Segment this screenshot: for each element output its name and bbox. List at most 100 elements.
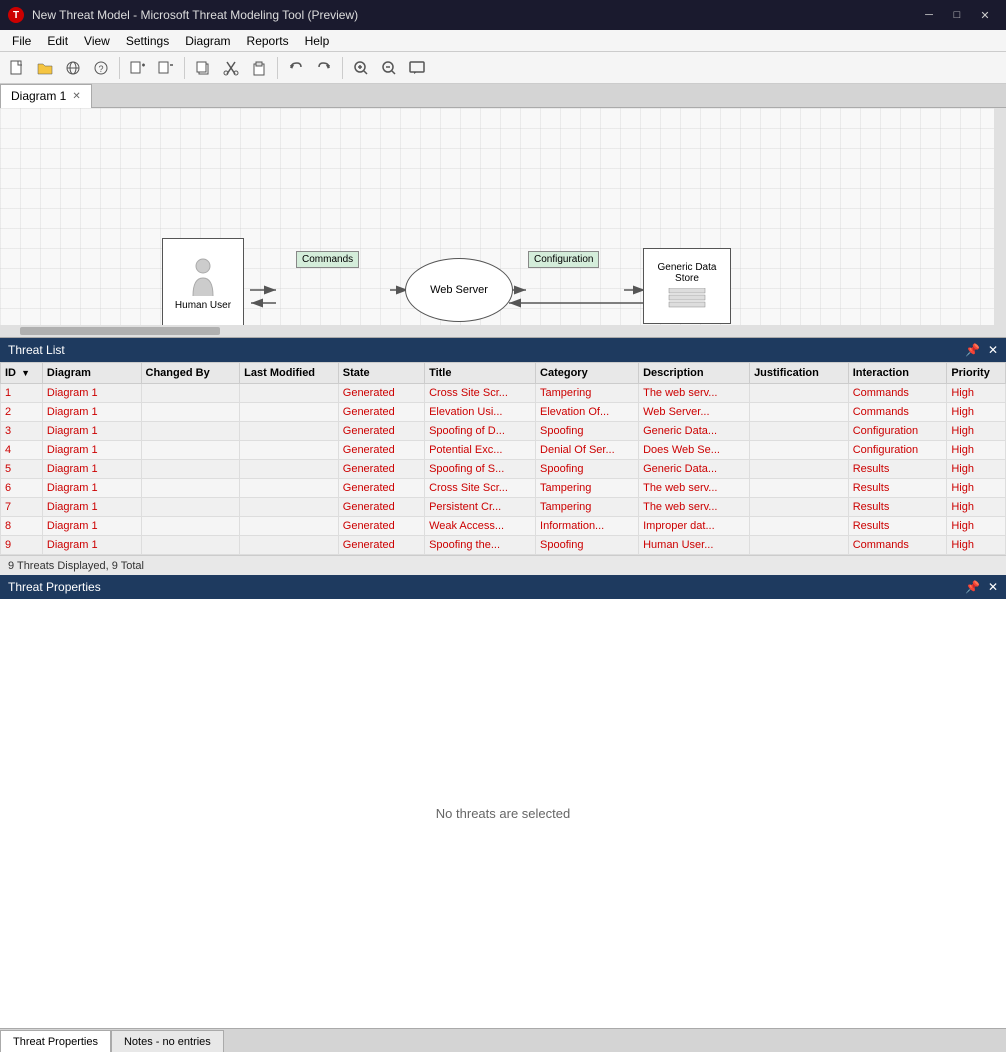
menu-diagram[interactable]: Diagram <box>177 32 238 50</box>
diagram-area[interactable]: Human User Commands Web Server Configura… <box>0 108 1006 338</box>
bottom-tab-threat-properties[interactable]: Threat Properties <box>0 1030 111 1052</box>
table-row[interactable]: 8Diagram 1GeneratedWeak Access...Informa… <box>1 517 1006 536</box>
col-header-changed-by[interactable]: Changed By <box>141 363 240 384</box>
new-diagram-button[interactable] <box>125 55 151 81</box>
paste-button[interactable] <box>246 55 272 81</box>
table-cell <box>240 479 339 498</box>
table-cell: Denial Of Ser... <box>536 441 639 460</box>
table-cell <box>240 422 339 441</box>
generic-data-store-element[interactable]: Generic DataStore <box>643 248 731 324</box>
scrollbar-thumb-h[interactable] <box>20 327 220 335</box>
table-row[interactable]: 5Diagram 1GeneratedSpoofing of S...Spoof… <box>1 460 1006 479</box>
table-cell: Commands <box>848 403 947 422</box>
cut-button[interactable] <box>218 55 244 81</box>
col-header-interaction[interactable]: Interaction <box>848 363 947 384</box>
open-button[interactable] <box>32 55 58 81</box>
table-cell: Potential Exc... <box>425 441 536 460</box>
table-cell: Tampering <box>536 498 639 517</box>
table-row[interactable]: 1Diagram 1GeneratedCross Site Scr...Tamp… <box>1 384 1006 403</box>
col-header-id[interactable]: ID ▼ <box>1 363 43 384</box>
redo-button[interactable] <box>311 55 337 81</box>
menu-view[interactable]: View <box>76 32 118 50</box>
window-title: New Threat Model - Microsoft Threat Mode… <box>32 8 358 22</box>
zoom-out-button[interactable] <box>376 55 402 81</box>
app-icon: T <box>8 7 24 23</box>
table-cell: 8 <box>1 517 43 536</box>
table-row[interactable]: 9Diagram 1GeneratedSpoofing the...Spoofi… <box>1 536 1006 555</box>
table-cell <box>750 403 849 422</box>
col-header-description[interactable]: Description <box>639 363 750 384</box>
open-diagram-button[interactable] <box>153 55 179 81</box>
table-cell <box>750 460 849 479</box>
table-row[interactable]: 7Diagram 1GeneratedPersistent Cr...Tampe… <box>1 498 1006 517</box>
table-row[interactable]: 4Diagram 1GeneratedPotential Exc...Denia… <box>1 441 1006 460</box>
tab-close-button[interactable]: ✕ <box>72 91 80 102</box>
table-cell: 7 <box>1 498 43 517</box>
copy-button[interactable] <box>190 55 216 81</box>
table-cell: Diagram 1 <box>42 422 141 441</box>
threat-list-close[interactable]: ✕ <box>988 343 998 357</box>
table-cell <box>141 517 240 536</box>
menu-reports[interactable]: Reports <box>239 32 297 50</box>
threat-list-container[interactable]: ID ▼ Diagram Changed By Last Modified St… <box>0 362 1006 555</box>
web-server-element[interactable]: Web Server <box>405 258 513 322</box>
threat-props-close[interactable]: ✕ <box>988 580 998 594</box>
table-cell <box>240 403 339 422</box>
table-cell: High <box>947 536 1006 555</box>
table-cell: Diagram 1 <box>42 517 141 536</box>
tab-diagram-1[interactable]: Diagram 1 ✕ <box>0 84 92 108</box>
threat-list-pin[interactable]: 📌 <box>965 343 980 357</box>
col-header-justification[interactable]: Justification <box>750 363 849 384</box>
configuration-flow[interactable]: Configuration <box>528 251 599 268</box>
table-row[interactable]: 3Diagram 1GeneratedSpoofing of D...Spoof… <box>1 422 1006 441</box>
col-header-category[interactable]: Category <box>536 363 639 384</box>
table-cell: Commands <box>848 536 947 555</box>
comment-button[interactable] <box>404 55 430 81</box>
table-cell <box>750 384 849 403</box>
table-cell: Generated <box>338 498 424 517</box>
threat-list-status: 9 Threats Displayed, 9 Total <box>0 555 1006 575</box>
commands-flow[interactable]: Commands <box>296 251 359 268</box>
globe-button[interactable] <box>60 55 86 81</box>
bottom-tab-notes[interactable]: Notes - no entries <box>111 1030 224 1052</box>
table-cell: Results <box>848 479 947 498</box>
minimize-button[interactable]: ─ <box>916 5 942 25</box>
diagram-scrollbar-v[interactable] <box>994 108 1006 337</box>
table-cell <box>141 479 240 498</box>
menu-help[interactable]: Help <box>297 32 338 50</box>
table-cell: Spoofing <box>536 536 639 555</box>
col-header-priority[interactable]: Priority <box>947 363 1006 384</box>
col-header-state[interactable]: State <box>338 363 424 384</box>
diagram-scrollbar-h[interactable] <box>0 325 994 337</box>
menu-settings[interactable]: Settings <box>118 32 177 50</box>
table-cell <box>240 498 339 517</box>
col-header-last-modified[interactable]: Last Modified <box>240 363 339 384</box>
menu-edit[interactable]: Edit <box>39 32 76 50</box>
table-row[interactable]: 2Diagram 1GeneratedElevation Usi...Eleva… <box>1 403 1006 422</box>
table-cell: Diagram 1 <box>42 498 141 517</box>
new-button[interactable] <box>4 55 30 81</box>
zoom-in-button[interactable] <box>348 55 374 81</box>
threat-props-pin[interactable]: 📌 <box>965 580 980 594</box>
close-button[interactable]: ✕ <box>972 5 998 25</box>
table-cell <box>141 498 240 517</box>
table-cell: Spoofing the... <box>425 536 536 555</box>
help-button[interactable]: ? <box>88 55 114 81</box>
table-cell: Generated <box>338 479 424 498</box>
col-header-title[interactable]: Title <box>425 363 536 384</box>
maximize-button[interactable]: □ <box>944 5 970 25</box>
table-cell: Does Web Se... <box>639 441 750 460</box>
no-threats-message: No threats are selected <box>436 806 570 821</box>
table-cell: Diagram 1 <box>42 460 141 479</box>
col-header-diagram[interactable]: Diagram <box>42 363 141 384</box>
undo-button[interactable] <box>283 55 309 81</box>
menu-file[interactable]: File <box>4 32 39 50</box>
human-user-label: Human User <box>175 300 231 311</box>
table-row[interactable]: 6Diagram 1GeneratedCross Site Scr...Tamp… <box>1 479 1006 498</box>
human-user-element[interactable]: Human User <box>162 238 244 328</box>
table-cell <box>141 441 240 460</box>
table-cell: Diagram 1 <box>42 479 141 498</box>
table-cell <box>240 384 339 403</box>
table-cell: 9 <box>1 536 43 555</box>
data-store-label: Generic DataStore <box>658 262 717 284</box>
